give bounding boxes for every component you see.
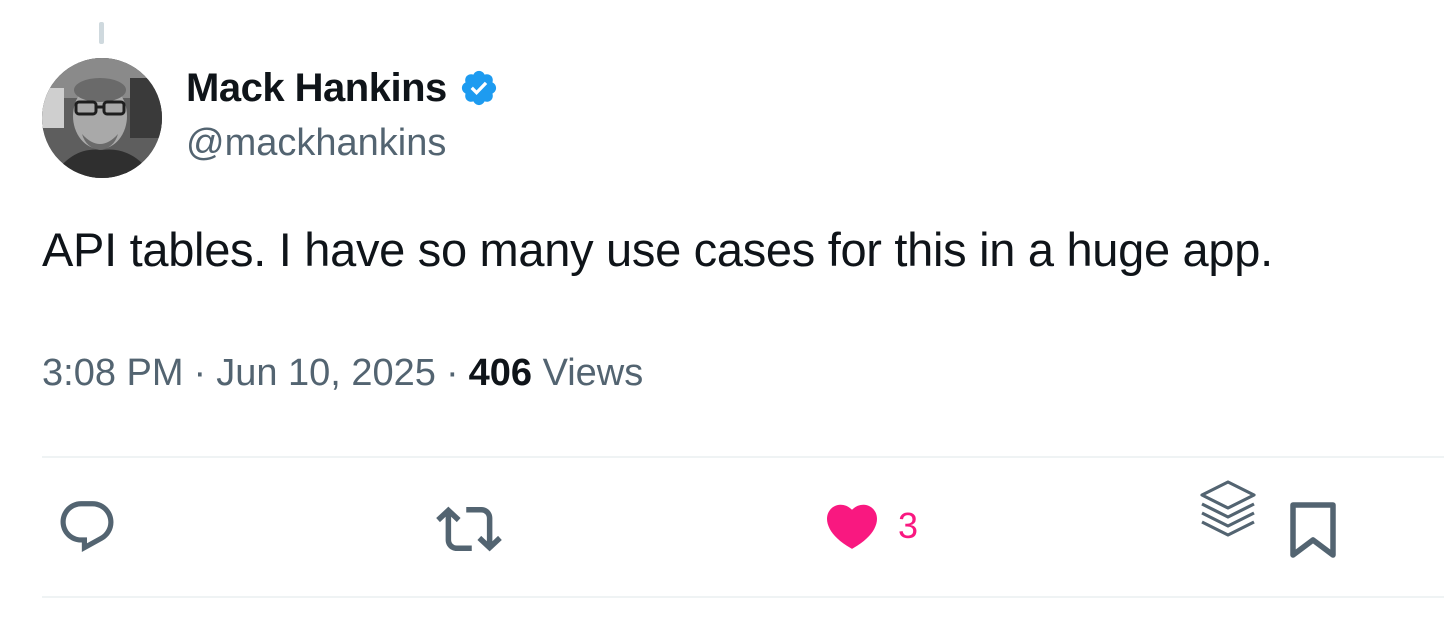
author-display-name[interactable]: Mack Hankins <box>186 66 447 111</box>
reply-icon <box>60 501 114 553</box>
retweet-button[interactable] <box>436 496 502 562</box>
retweet-icon <box>436 506 502 552</box>
views-label: Views <box>542 352 644 394</box>
like-count: 3 <box>898 505 919 546</box>
views-count: 406 <box>468 352 532 394</box>
bookmark-icon <box>1290 502 1336 558</box>
profile-photo-icon <box>42 58 162 178</box>
meta-separator: · <box>445 352 459 394</box>
reply-button[interactable] <box>56 496 118 558</box>
thread-connector-line <box>99 22 104 44</box>
bookmark-button[interactable] <box>1288 500 1338 560</box>
grok-button[interactable] <box>1198 478 1258 542</box>
divider-bottom <box>42 596 1444 598</box>
tweet-date[interactable]: Jun 10, 2025 <box>216 352 436 394</box>
heart-icon <box>826 504 878 549</box>
divider-top <box>42 456 1444 458</box>
verified-badge-icon[interactable] <box>459 68 499 108</box>
like-button[interactable]: 3 <box>822 496 918 556</box>
avatar[interactable] <box>42 58 162 178</box>
author-block: Mack Hankins @mackhankins <box>186 64 499 165</box>
meta-separator: · <box>193 352 207 394</box>
tweet-time[interactable]: 3:08 PM <box>42 352 184 394</box>
layers-icon <box>1200 480 1256 537</box>
tweet-metadata: 3:08 PM · Jun 10, 2025 · 406 Views <box>42 352 643 395</box>
author-handle[interactable]: @mackhankins <box>186 122 499 165</box>
author-name-row: Mack Hankins <box>186 64 499 112</box>
tweet-text: API tables. I have so many use cases for… <box>42 223 1273 276</box>
